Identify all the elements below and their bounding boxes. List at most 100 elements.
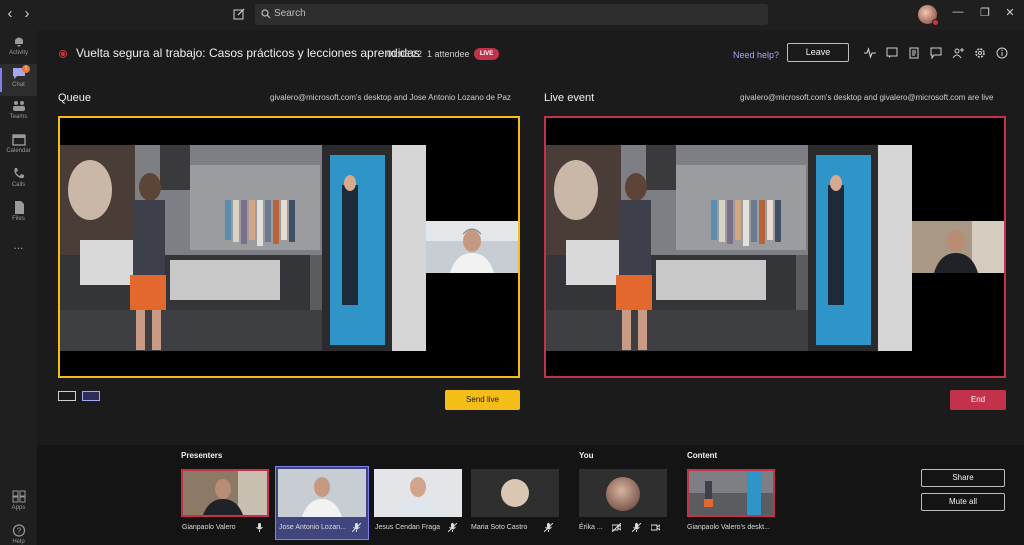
share-button[interactable]: Share (921, 469, 1005, 487)
status-busy-icon (932, 19, 939, 26)
you-tile[interactable] (579, 469, 667, 517)
apps-icon (12, 490, 25, 503)
info-icon[interactable] (996, 47, 1008, 59)
rail-label: Activity (8, 50, 28, 56)
you-avatar (606, 477, 640, 511)
presenter-thumb-image (278, 469, 366, 517)
live-stage[interactable] (544, 116, 1006, 378)
mute-all-button[interactable]: Mute all (921, 493, 1005, 511)
camera-icon[interactable] (651, 523, 660, 532)
meeting-timer: 01:08:22 (387, 49, 423, 59)
you-label: You (579, 451, 594, 460)
rail-label: Help (12, 539, 25, 545)
rail-item-apps[interactable]: Apps (0, 487, 37, 519)
rail-item-activity[interactable]: Activity (0, 32, 37, 64)
rail-item-calls[interactable]: Calls (0, 164, 37, 196)
settings-icon[interactable] (974, 47, 986, 59)
presenter-thumb-image (374, 469, 462, 517)
app-rail: Activity 1 Chat Teams Calendar Calls Fil… (0, 30, 37, 545)
content-label: Content (687, 451, 718, 460)
presenters-label: Presenters (181, 451, 223, 460)
minimize-button[interactable]: — (950, 6, 966, 18)
meeting-title: Vuelta segura al trabajo: Casos práctico… (76, 46, 420, 60)
bell-icon (14, 37, 23, 47)
mic-muted-icon[interactable] (544, 523, 553, 532)
content-name: Gianpaolo Valero's deskt... (687, 524, 770, 531)
teams-icon (12, 101, 25, 111)
search-icon (261, 9, 271, 19)
notes-icon[interactable] (908, 47, 920, 59)
content-tile[interactable] (687, 469, 775, 517)
search-input[interactable]: Search (255, 4, 768, 25)
rail-item-teams[interactable]: Teams (0, 96, 37, 128)
presenter-gianpaolo-image (912, 221, 1004, 273)
end-event-button[interactable]: End (950, 390, 1006, 410)
store-scene-live-image (546, 145, 912, 351)
presenter-tile-jose[interactable] (278, 469, 366, 517)
profile-avatar[interactable] (918, 5, 939, 26)
rail-item-files[interactable]: Files (0, 198, 37, 230)
rail-item-help[interactable]: ? Help (0, 521, 37, 545)
rail-label: Apps (11, 505, 26, 511)
health-monitor-icon[interactable] (864, 47, 876, 59)
rail-item-calendar[interactable]: Calendar (0, 130, 37, 162)
single-layout-button[interactable] (58, 391, 76, 401)
store-scene-image (60, 145, 426, 351)
rail-label: Calendar (6, 148, 31, 154)
shared-desktop-video (60, 145, 426, 351)
camera-off-icon[interactable] (612, 523, 621, 532)
rail-label: Chat (12, 82, 25, 88)
live-badge: LIVE (474, 48, 499, 60)
maximize-button[interactable]: ❐ (977, 6, 993, 19)
attendee-count: 1 attendee (427, 49, 470, 59)
rail-item-chat[interactable]: 1 Chat (0, 64, 37, 96)
compose-icon[interactable] (233, 8, 245, 20)
queue-title: Queue (58, 92, 92, 104)
search-placeholder: Search (274, 8, 306, 19)
recording-icon (59, 50, 67, 58)
live-presenter-video (912, 221, 1004, 273)
rail-label: Teams (9, 114, 28, 120)
presenter-name: Gianpaolo Valero (182, 524, 236, 531)
live-title: Live event (544, 92, 595, 104)
teams-window: ‹ › Search — ❐ ✕ Activity 1 Chat Teams C… (0, 0, 1024, 545)
need-help-link[interactable]: Need help? (733, 50, 779, 60)
help-icon: ? (12, 524, 25, 537)
presenter-tile-jesus[interactable] (374, 469, 462, 517)
presenter-video (426, 221, 518, 273)
presenter-tile-maria[interactable] (471, 469, 559, 517)
leave-button[interactable]: Leave (787, 43, 849, 62)
chat-badge: 1 (22, 65, 30, 73)
send-live-button[interactable]: Send live (445, 390, 520, 410)
queue-stage[interactable] (58, 116, 520, 378)
presenter-name: Jose Antonio Lozan... (279, 524, 346, 531)
calendar-icon (11, 134, 26, 146)
close-button[interactable]: ✕ (1002, 6, 1018, 19)
qna-icon[interactable] (886, 47, 898, 59)
rail-item-more[interactable]: ... (0, 236, 37, 268)
rail-label: Calls (11, 182, 26, 188)
content-thumb-image (689, 471, 773, 515)
mic-icon[interactable] (255, 523, 264, 532)
rail-label: Files (12, 216, 25, 222)
live-event-main: Vuelta segura al trabajo: Casos práctico… (37, 30, 1024, 445)
phone-icon (13, 168, 24, 179)
file-icon (14, 201, 24, 214)
mic-muted-icon[interactable] (448, 523, 457, 532)
presenter-avatar (501, 479, 529, 507)
participants-icon[interactable] (952, 47, 964, 59)
live-subtitle: givalero@microsoft.com's desktop and giv… (740, 93, 994, 102)
side-by-side-layout-button[interactable] (82, 391, 100, 401)
forward-button[interactable]: › (19, 6, 35, 22)
presenter-tile-gianpaolo[interactable] (181, 469, 269, 517)
mic-muted-icon[interactable] (352, 523, 361, 532)
chat-icon[interactable] (930, 47, 942, 59)
back-button[interactable]: ‹ (2, 6, 18, 22)
presenter-name: Jesus Cendan Fraga (375, 524, 440, 531)
presenter-jose-image (426, 221, 518, 273)
title-bar: ‹ › Search — ❐ ✕ (0, 0, 1024, 30)
svg-text:?: ? (16, 527, 21, 536)
mic-muted-icon[interactable] (632, 523, 641, 532)
presenter-thumb-image (183, 471, 267, 515)
live-desktop-video (546, 145, 912, 351)
